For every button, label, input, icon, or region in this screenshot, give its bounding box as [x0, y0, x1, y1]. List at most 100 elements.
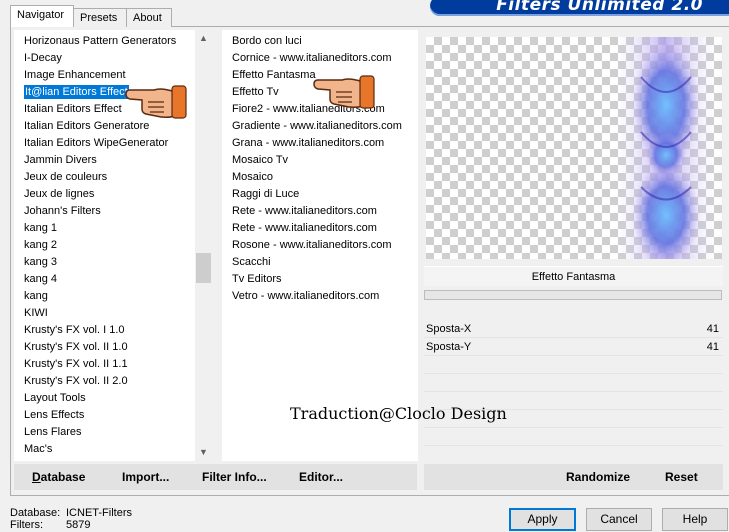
category-item[interactable]: Mac's	[22, 442, 178, 459]
filter-info-button[interactable]: Filter Info...	[202, 470, 267, 484]
scroll-up-icon[interactable]: ▲	[195, 30, 212, 47]
filters-count: 5879	[66, 519, 91, 531]
database-label: atabase	[40, 470, 86, 484]
category-item[interactable]: Lens Effects	[22, 408, 178, 425]
category-item[interactable]: Layout Tools	[22, 391, 178, 408]
category-item[interactable]: Lens Flares	[22, 425, 178, 442]
category-scrollbar[interactable]: ▲ ▼	[195, 30, 212, 461]
category-item-label: Jeux de couleurs	[24, 171, 108, 183]
category-item[interactable]: KIWI	[22, 306, 178, 323]
progress-bar	[424, 290, 722, 300]
effect-item[interactable]: Cornice - www.italianeditors.com	[230, 51, 404, 68]
category-item-label: Layout Tools	[24, 392, 86, 404]
category-item-label: Lens Effects	[24, 409, 85, 421]
category-item[interactable]: Krusty's FX vol. II 2.0	[22, 374, 178, 391]
parameter-value: 41	[706, 341, 719, 353]
effect-item[interactable]: Rosone - www.italianeditors.com	[230, 238, 404, 255]
category-item-label: Krusty's FX vol. I 1.0	[24, 324, 125, 336]
category-item-label: Italian Editors Generatore	[24, 120, 150, 132]
category-item-label: Krusty's FX vol. II 1.0	[24, 341, 128, 353]
randomize-button[interactable]: Randomize	[566, 470, 630, 484]
left-toolbar: Database Import... Filter Info... Editor…	[14, 464, 417, 490]
database-button[interactable]: Database	[32, 470, 85, 484]
filters-status-label: Filters:	[10, 519, 43, 531]
right-toolbar: Randomize Reset	[424, 464, 723, 490]
category-item-label: kang 2	[24, 239, 58, 251]
effect-item[interactable]: Grana - www.italianeditors.com	[230, 136, 404, 153]
category-item[interactable]: Krusty's FX vol. I 1.0	[22, 323, 178, 340]
category-item[interactable]: Jammin Divers	[22, 153, 178, 170]
category-item[interactable]: Image Enhancement	[22, 68, 178, 85]
import-button[interactable]: Import...	[122, 470, 169, 484]
category-item-label: It@lian Editors Effect	[24, 85, 129, 99]
category-item-label: KIWI	[24, 307, 48, 319]
apply-button[interactable]: Apply	[509, 508, 576, 531]
parameter-row[interactable]: Sposta-Y 41	[424, 338, 723, 356]
selected-effect-name: Effetto Fantasma	[424, 266, 723, 286]
category-item-label: Krusty's FX vol. II 2.0	[24, 375, 128, 387]
effect-preview	[426, 37, 722, 259]
parameter-list: Sposta-X 41 Sposta-Y 41	[424, 320, 723, 461]
parameter-label: Sposta-Y	[426, 341, 472, 353]
category-item-label: kang 1	[24, 222, 58, 234]
category-item[interactable]: Krusty's FX vol. II 1.0	[22, 340, 178, 357]
effect-item[interactable]: Mosaico Tv	[230, 153, 404, 170]
empty-parameter-row	[424, 374, 723, 392]
category-item[interactable]: kang 3	[22, 255, 178, 272]
category-item-label: Image Enhancement	[24, 69, 126, 81]
category-item[interactable]: Jeux de lignes	[22, 187, 178, 204]
category-item-label: kang 3	[24, 256, 58, 268]
effect-item[interactable]: Vetro - www.italianeditors.com	[230, 289, 404, 306]
category-item-label: Mac's	[24, 443, 53, 455]
pointing-hand-icon	[125, 85, 187, 119]
category-item[interactable]: Johann's Filters	[22, 204, 178, 221]
scroll-down-icon[interactable]: ▼	[195, 444, 212, 461]
pointing-hand-icon	[313, 75, 375, 109]
effect-item[interactable]: Mosaico	[230, 170, 404, 187]
category-item-label: Jammin Divers	[24, 154, 97, 166]
effect-item[interactable]: Gradiente - www.italianeditors.com	[230, 119, 404, 136]
category-item[interactable]: kang 1	[22, 221, 178, 238]
category-item-label: Horizonaus Pattern Generators	[24, 35, 177, 47]
empty-parameter-row	[424, 428, 723, 446]
category-item-label: Krusty's FX vol. II 1.1	[24, 358, 128, 370]
effect-item[interactable]: Bordo con luci	[230, 34, 404, 51]
category-item[interactable]: I-Decay	[22, 51, 178, 68]
help-button[interactable]: Help	[662, 508, 728, 531]
category-item[interactable]: kang 4	[22, 272, 178, 289]
parameter-label: Sposta-X	[426, 323, 472, 335]
category-item[interactable]: Italian Editors WipeGenerator	[22, 136, 178, 153]
scrollbar-thumb[interactable]	[196, 253, 211, 283]
parameter-row[interactable]: Sposta-X 41	[424, 320, 723, 338]
empty-parameter-row	[424, 356, 723, 374]
preview-image	[616, 37, 716, 259]
category-item-label: Johann's Filters	[24, 205, 101, 217]
effect-item[interactable]: Rete - www.italianeditors.com	[230, 221, 404, 238]
tab-presets[interactable]: Presets	[73, 8, 127, 27]
app-title: Filters Unlimited 2.0	[496, 0, 703, 15]
effect-item[interactable]: Rete - www.italianeditors.com	[230, 204, 404, 221]
category-item[interactable]: kang 2	[22, 238, 178, 255]
category-item-label: Lens Flares	[24, 426, 82, 438]
effect-item[interactable]: Raggi di Luce	[230, 187, 404, 204]
category-item[interactable]: Jeux de couleurs	[22, 170, 178, 187]
status-area: Database: ICNET-Filters Filters: 5879	[10, 507, 132, 531]
effect-item[interactable]: Scacchi	[230, 255, 404, 272]
tab-about[interactable]: About	[126, 8, 172, 27]
category-item-label: kang 4	[24, 273, 58, 285]
category-item[interactable]: Horizonaus Pattern Generators	[22, 34, 178, 51]
category-item[interactable]: Italian Editors Generatore	[22, 119, 178, 136]
category-item-label: Italian Editors Effect	[24, 103, 122, 115]
category-item[interactable]: kang	[22, 289, 178, 306]
editor-button[interactable]: Editor...	[299, 470, 343, 484]
database-status-value: ICNET-Filters	[66, 507, 132, 519]
tab-navigator[interactable]: Navigator	[10, 5, 74, 27]
cancel-button[interactable]: Cancel	[586, 508, 652, 531]
title-banner: Filters Unlimited 2.0	[430, 0, 729, 16]
category-item-label: Jeux de lignes	[24, 188, 95, 200]
category-item[interactable]: Krusty's FX vol. II 1.1	[22, 357, 178, 374]
reset-button[interactable]: Reset	[665, 470, 698, 484]
effect-item[interactable]: Tv Editors	[230, 272, 404, 289]
category-item-label: kang	[24, 290, 48, 302]
credit-text: Traduction@Cloclo Design	[290, 404, 507, 423]
